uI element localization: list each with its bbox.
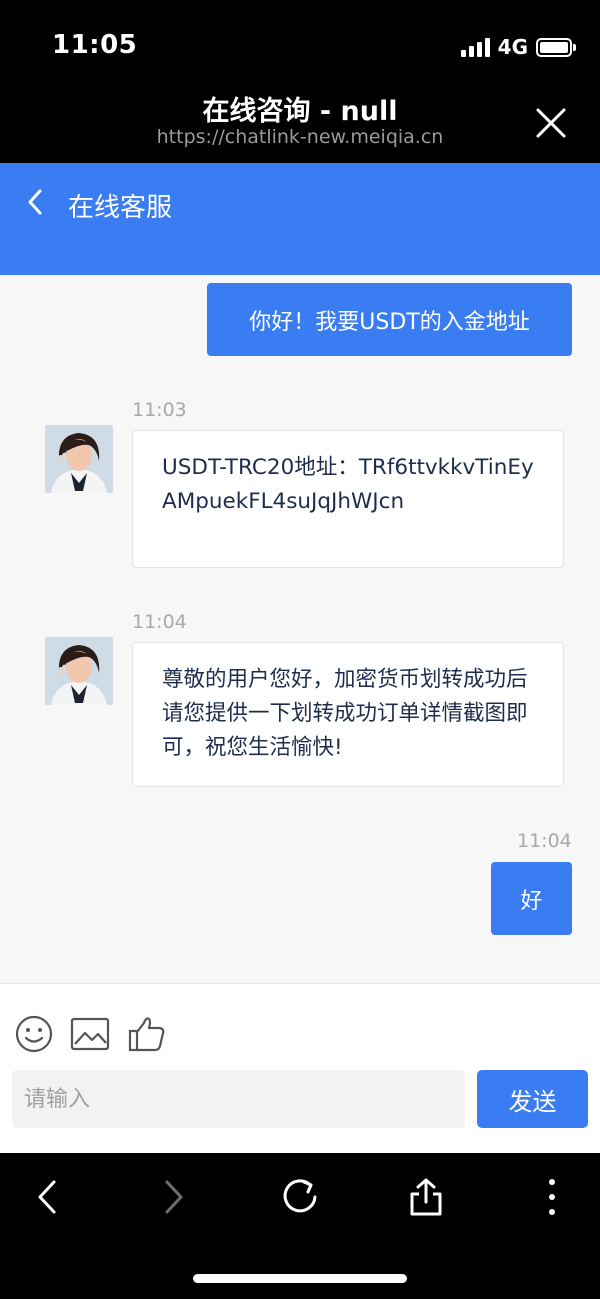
message-time: 11:04 (517, 830, 572, 852)
page-title: 在线咨询 - null (202, 96, 398, 127)
chat-area[interactable]: 你好！我要USDT的入金地址 11:03 USDT-TRC20地址：TRf6tt… (0, 275, 600, 983)
thumbs-up-icon (128, 1017, 165, 1052)
status-time: 11:05 (52, 30, 138, 60)
browser-back-button[interactable] (28, 1177, 68, 1217)
agent-avatar-image (45, 425, 113, 493)
network-label: 4G (497, 35, 528, 59)
reload-button[interactable] (280, 1177, 320, 1217)
image-icon (70, 1017, 110, 1051)
signal-icon (460, 37, 490, 57)
home-indicator[interactable] (193, 1274, 407, 1283)
avatar[interactable] (45, 425, 113, 493)
thumbs-up-button[interactable] (127, 1014, 167, 1054)
message-bubble-user: 你好！我要USDT的入金地址 (207, 283, 572, 356)
chat-title: 在线客服 (68, 193, 173, 223)
browser-forward-button[interactable] (153, 1177, 193, 1217)
status-bar: 11:05 4G (0, 0, 600, 86)
send-button[interactable]: 发送 (477, 1070, 588, 1128)
share-icon (410, 1178, 442, 1216)
emoji-icon (15, 1015, 53, 1053)
emoji-button[interactable] (14, 1014, 54, 1054)
back-button[interactable] (24, 185, 46, 219)
message-bubble-user: 好 (491, 862, 572, 935)
message-time: 11:03 (132, 399, 187, 421)
back-icon (38, 1180, 56, 1214)
more-icon (549, 1179, 555, 1215)
close-icon (536, 108, 566, 138)
reload-icon (283, 1179, 317, 1213)
battery-icon (536, 37, 576, 57)
status-indicators: 4G (460, 34, 576, 60)
message-time: 11:04 (132, 611, 187, 633)
page-url: https://chatlink-new.meiqia.cn (156, 126, 444, 148)
close-button[interactable] (534, 106, 568, 140)
chat-header: 在线客服 (0, 163, 600, 275)
agent-avatar-image (45, 637, 113, 705)
browser-toolbar (0, 1153, 600, 1299)
image-button[interactable] (70, 1014, 110, 1054)
message-bubble-agent: 尊敬的用户您好，加密货币划转成功后请您提供一下划转成功订单详情截图即可，祝您生活… (132, 642, 564, 787)
input-panel: 发送 (0, 983, 600, 1153)
message-bubble-agent: USDT-TRC20地址：TRf6ttvkkvTinEyAMpuekFL4suJ… (132, 430, 564, 568)
message-input[interactable] (12, 1070, 465, 1128)
forward-icon (165, 1180, 183, 1214)
avatar[interactable] (45, 637, 113, 705)
share-button[interactable] (406, 1177, 446, 1217)
more-button[interactable] (532, 1177, 572, 1217)
browser-title-bar: 在线咨询 - null https://chatlink-new.meiqia.… (0, 86, 600, 163)
chevron-left-icon (28, 189, 42, 215)
